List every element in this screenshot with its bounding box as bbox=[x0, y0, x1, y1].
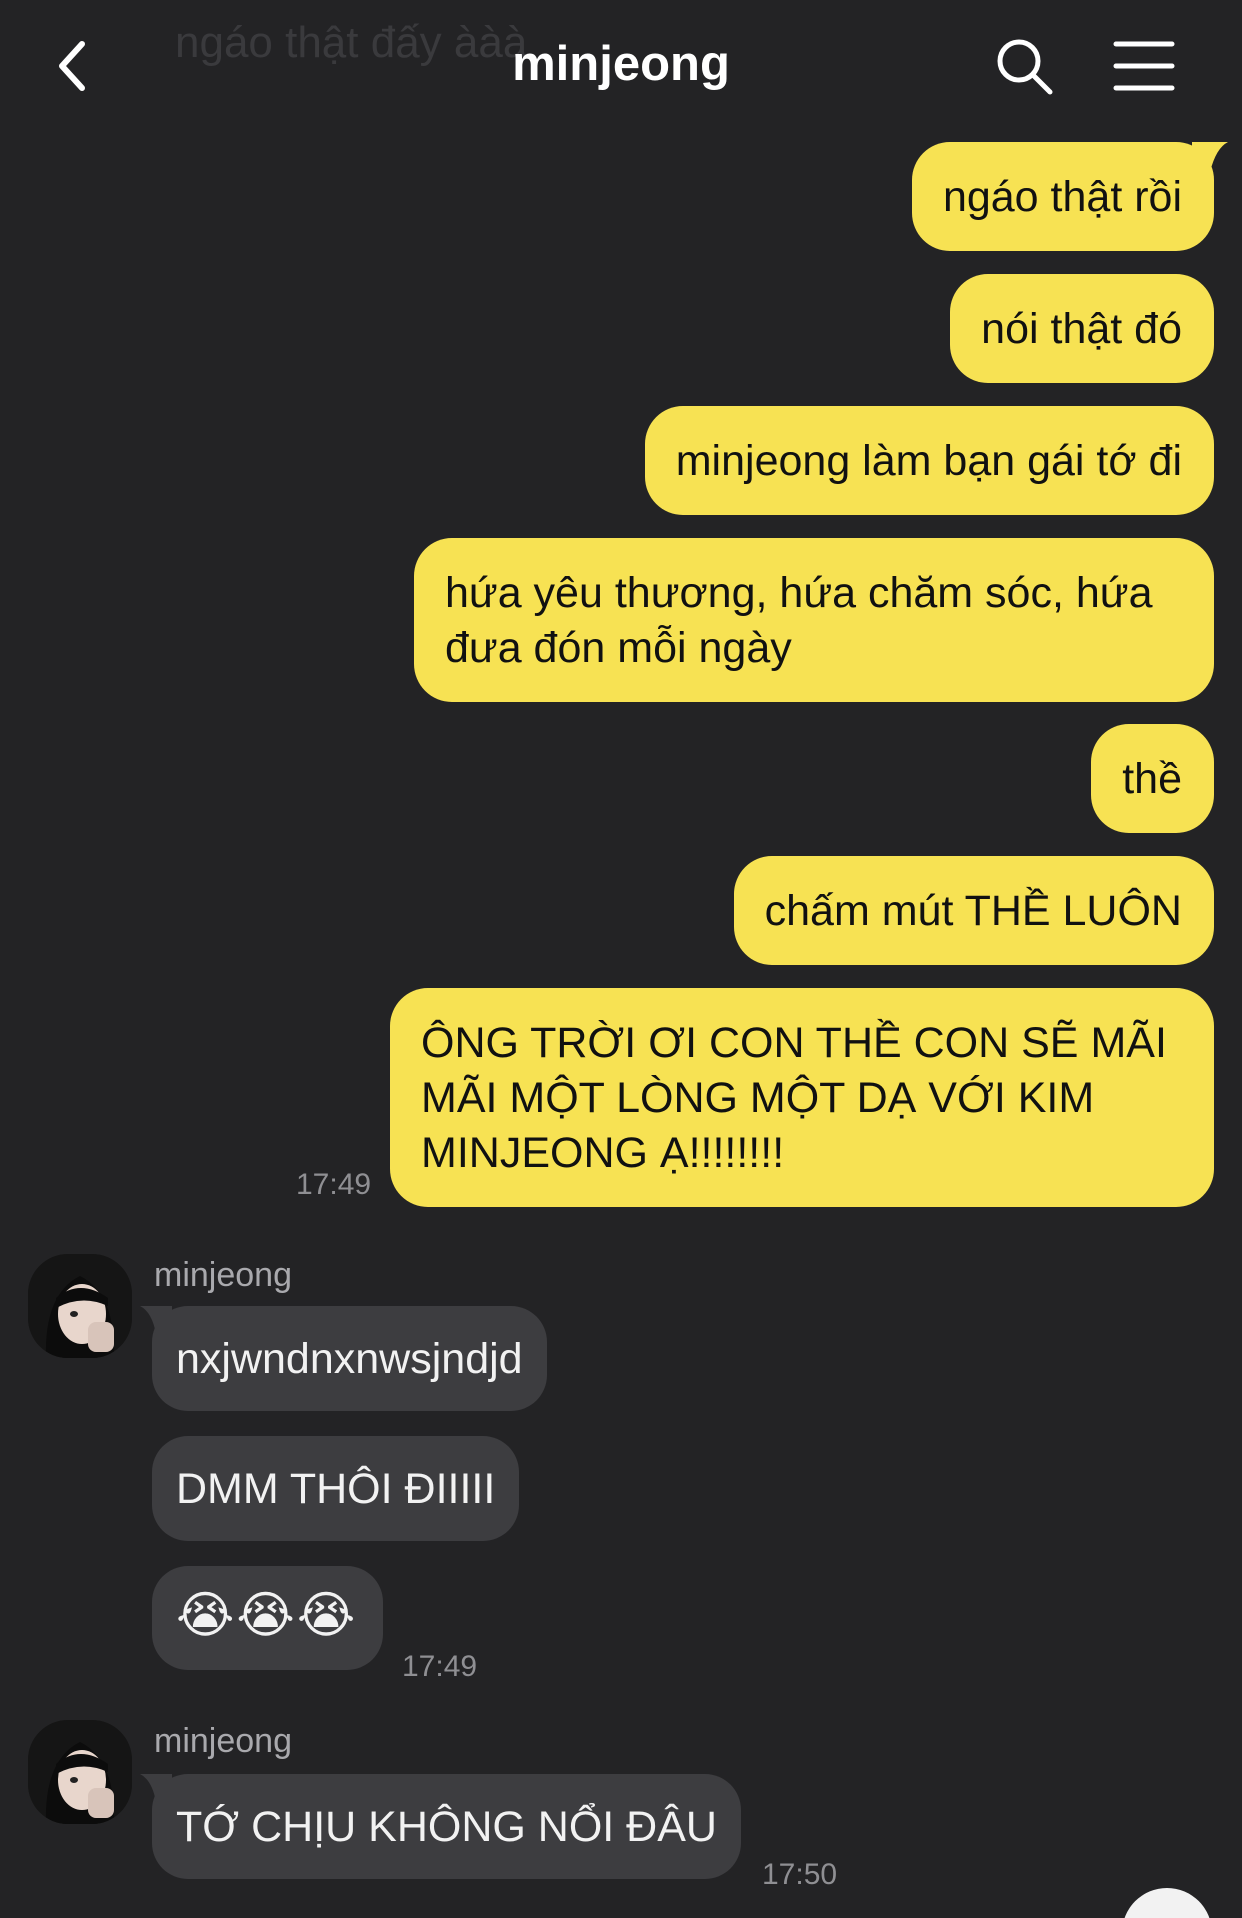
sent-message-bubble[interactable]: thề bbox=[1091, 724, 1214, 833]
chat-screen: ngáo thật đấy ààà minjeong ngáo thật rồi… bbox=[0, 0, 1242, 1918]
message-text: TỚ CHỊU KHÔNG NỔI ĐÂU bbox=[176, 1803, 717, 1851]
sent-message-bubble[interactable]: chấm mút THỀ LUÔN bbox=[733, 856, 1214, 965]
bubble-tail-icon bbox=[1192, 142, 1228, 172]
scroll-down-button[interactable] bbox=[1122, 1888, 1212, 1918]
message-text: DMM THÔI ĐIIIII bbox=[176, 1465, 496, 1513]
message-text: hứa yêu thương, hứa chăm sóc, hứa đưa đó… bbox=[445, 569, 1153, 672]
message-text: chấm mút THỀ LUÔN bbox=[764, 887, 1182, 935]
message-timestamp: 17:49 bbox=[402, 1650, 478, 1683]
message-text: thề bbox=[1122, 755, 1182, 803]
message-timestamp: 17:50 bbox=[762, 1858, 838, 1891]
sent-message-bubble[interactable]: ngáo thật rồi bbox=[911, 142, 1228, 251]
message-text: nói thật đó bbox=[981, 305, 1182, 353]
search-icon[interactable] bbox=[988, 30, 1060, 102]
sent-message-bubble[interactable]: nói thật đó bbox=[950, 274, 1214, 383]
menu-icon[interactable] bbox=[1108, 30, 1180, 102]
sent-message-bubble[interactable]: minjeong làm bạn gái tớ đi bbox=[644, 406, 1214, 515]
bubble-tail-icon bbox=[140, 1774, 172, 1802]
message-text: minjeong làm bạn gái tớ đi bbox=[675, 437, 1182, 485]
sent-message-bubble[interactable]: ÔNG TRỜI ƠI CON THỀ CON SẼ MÃI MÃI MỘT L… bbox=[390, 988, 1214, 1207]
received-message-bubble[interactable]: TỚ CHỊU KHÔNG NỔI ĐÂU bbox=[140, 1774, 741, 1879]
message-text: 😭😭😭 bbox=[176, 1587, 358, 1643]
received-message-bubble[interactable]: 😭😭😭 bbox=[152, 1566, 384, 1670]
back-icon[interactable] bbox=[40, 30, 112, 102]
sent-message-bubble[interactable]: hứa yêu thương, hứa chăm sóc, hứa đưa đó… bbox=[414, 538, 1214, 702]
received-message-bubble[interactable]: nxjwndnxnwsjndjd bbox=[140, 1306, 547, 1411]
message-text: ngáo thật rồi bbox=[942, 173, 1182, 221]
avatar[interactable] bbox=[28, 1720, 132, 1824]
bubble-tail-icon bbox=[140, 1306, 172, 1334]
sender-name: minjeong bbox=[154, 1256, 292, 1294]
message-text: ÔNG TRỜI ƠI CON THỀ CON SẼ MÃI MÃI MỘT L… bbox=[421, 1019, 1167, 1177]
message-text: nxjwndnxnwsjndjd bbox=[176, 1335, 523, 1383]
received-message-bubble[interactable]: DMM THÔI ĐIIIII bbox=[152, 1436, 520, 1541]
avatar[interactable] bbox=[28, 1254, 132, 1358]
sender-name: minjeong bbox=[154, 1722, 292, 1760]
chat-header: ngáo thật đấy ààà minjeong bbox=[0, 0, 1242, 130]
message-timestamp: 17:49 bbox=[296, 1168, 372, 1201]
